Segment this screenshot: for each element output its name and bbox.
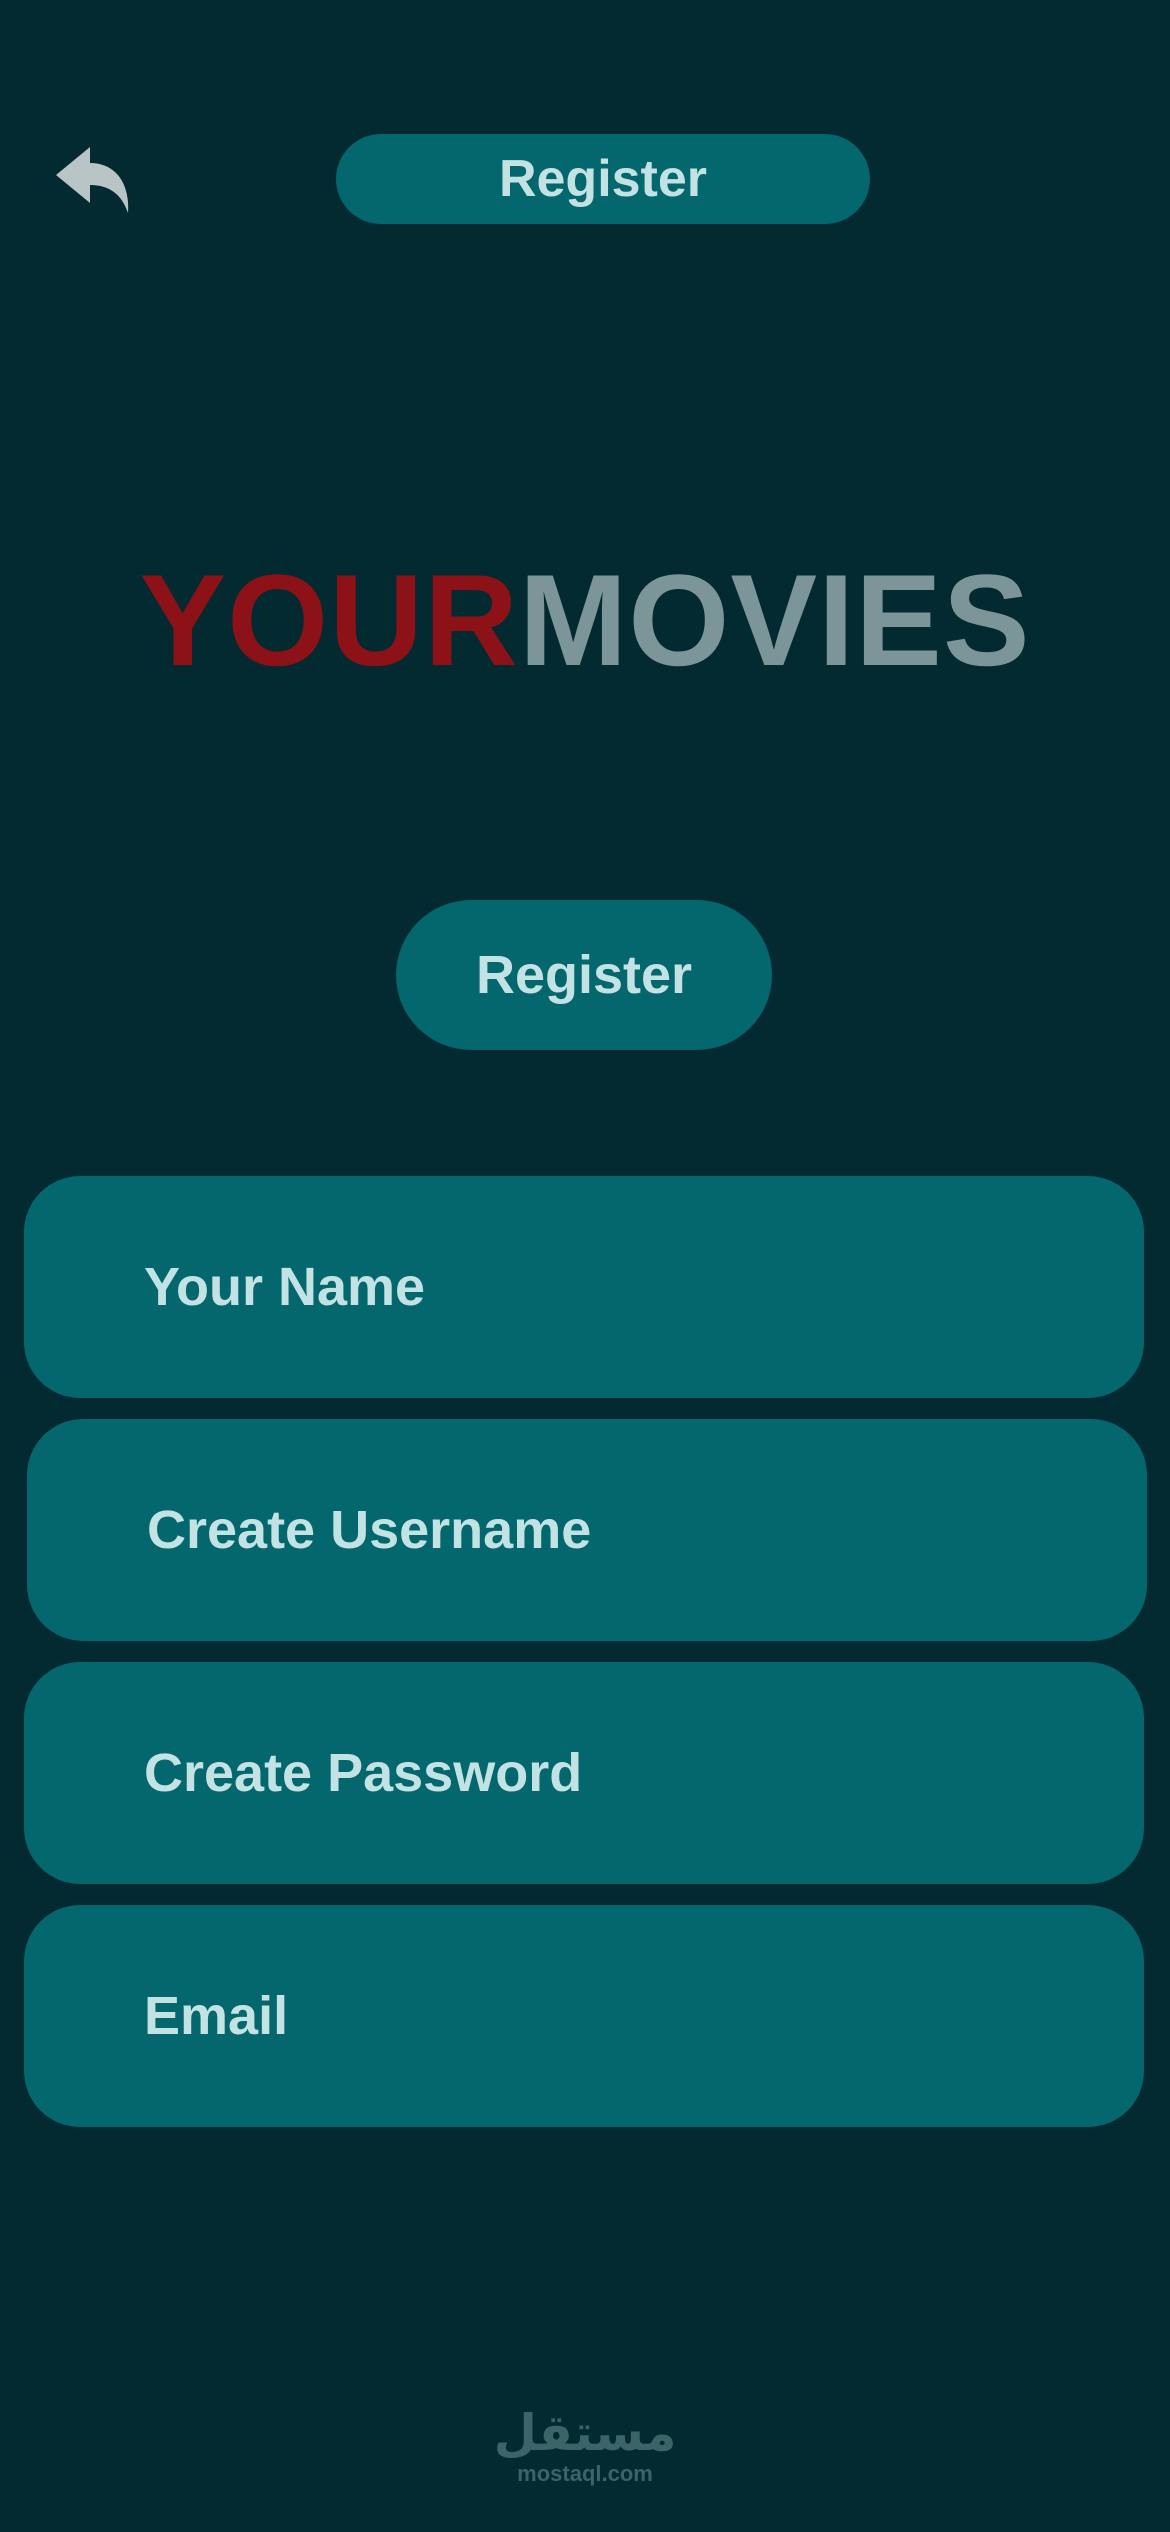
logo-word-your: YOUR — [139, 547, 519, 693]
password-field[interactable]: Create Password — [24, 1662, 1144, 1884]
back-button[interactable] — [52, 145, 132, 215]
username-field[interactable]: Create Username — [27, 1419, 1147, 1641]
name-field-placeholder: Your Name — [144, 1257, 426, 1317]
watermark-mark: مستقل — [493, 2405, 677, 2461]
page-title: Register — [336, 134, 870, 224]
watermark-logo: مستقل mostaql.com — [485, 2405, 685, 2487]
watermark-domain: mostaql.com — [517, 2461, 653, 2486]
app-logo: YOURMOVIES — [0, 540, 1170, 700]
password-field-placeholder: Create Password — [144, 1743, 583, 1803]
reply-arrow-icon — [56, 147, 129, 213]
name-field[interactable]: Your Name — [24, 1176, 1144, 1398]
logo-word-movies: MOVIES — [518, 547, 1031, 693]
email-field-placeholder: Email — [144, 1986, 289, 2046]
username-field-placeholder: Create Username — [147, 1500, 592, 1560]
register-button[interactable]: Register — [396, 900, 772, 1050]
email-field[interactable]: Email — [24, 1905, 1144, 2127]
